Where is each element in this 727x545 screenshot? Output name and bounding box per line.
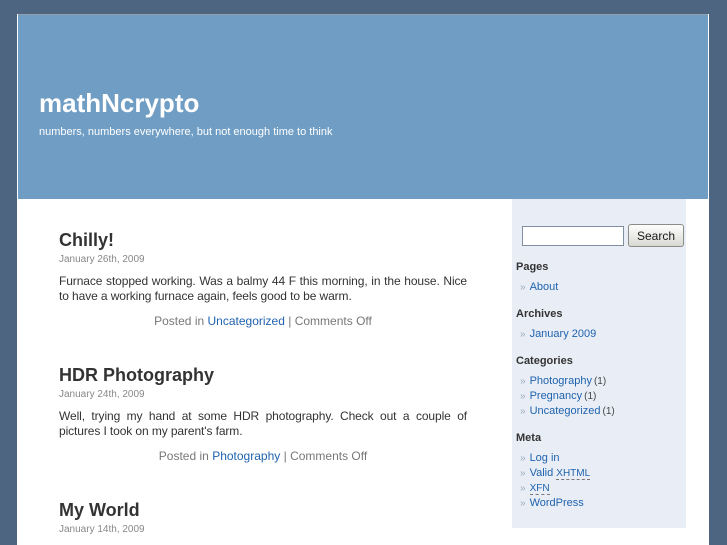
sidebar-item-xfn[interactable]: » XFN xyxy=(520,482,686,495)
about-link[interactable]: About xyxy=(530,281,559,293)
widget-categories: Categories » Photography (1) » Pregnancy (1)… xyxy=(512,355,686,418)
sidebar-item-photography[interactable]: » Photography (1) xyxy=(520,375,686,388)
sidebar-item-uncategorized[interactable]: » Uncategorized (1) xyxy=(520,405,686,418)
site-tagline: numbers, numbers everywhere, but not eno… xyxy=(39,126,333,138)
site-title[interactable]: mathNcrypto xyxy=(39,89,708,117)
post-meta-prefix: Posted in xyxy=(158,449,209,463)
search-form: Search xyxy=(522,224,686,247)
meta-list: » Log in » Valid XHTML » XFN » WordPress xyxy=(512,452,686,510)
sidebar-item-about[interactable]: » About xyxy=(520,281,686,294)
search-input[interactable] xyxy=(522,226,624,246)
sidebar-item-january-2009[interactable]: » January 2009 xyxy=(520,328,686,341)
archives-list: » January 2009 xyxy=(512,328,686,341)
post-body: Well, trying my hand at some HDR photogr… xyxy=(59,409,467,438)
browser-viewport: mathNcrypto numbers, numbers everywhere,… xyxy=(0,0,727,545)
log-in-link[interactable]: Log in xyxy=(530,452,560,464)
xhtml-abbr: XHTML xyxy=(556,468,591,480)
site-header: mathNcrypto numbers, numbers everywhere,… xyxy=(18,14,708,199)
page-container: mathNcrypto numbers, numbers everywhere,… xyxy=(17,14,709,545)
double-arrow-bullet-icon: » xyxy=(520,329,526,340)
post-meta-prefix: Posted in xyxy=(154,314,205,328)
archive-link[interactable]: January 2009 xyxy=(530,328,597,340)
post-date: January 14th, 2009 xyxy=(59,524,145,535)
post-count: (1) xyxy=(593,376,607,387)
xfn-link[interactable]: XFN xyxy=(529,482,550,495)
double-arrow-bullet-icon: » xyxy=(520,282,526,293)
category-link[interactable]: Pregnancy xyxy=(530,390,583,402)
double-arrow-bullet-icon: » xyxy=(520,468,526,479)
post-title[interactable]: Chilly! xyxy=(59,230,467,251)
widget-pages: Pages » About xyxy=(512,261,686,294)
sidebar-heading-meta: Meta xyxy=(516,432,542,444)
post-meta-separator: | xyxy=(288,314,292,328)
post-count: (1) xyxy=(602,406,615,417)
post-title[interactable]: My World xyxy=(59,500,467,521)
sidebar-item-valid-xhtml[interactable]: » Valid XHTML xyxy=(520,467,686,480)
sidebar-item-pregnancy[interactable]: » Pregnancy (1) xyxy=(520,390,686,403)
sidebar: Search Pages » About Archives » January 20… xyxy=(512,199,686,528)
sidebar-heading-categories: Categories xyxy=(516,355,573,367)
sidebar-item-wordpress[interactable]: » WordPress xyxy=(520,497,686,510)
comments-status: Comments Off xyxy=(290,449,368,463)
post-body: Furnace stopped working. Was a balmy 44 … xyxy=(59,274,467,303)
post-hdr-photography: HDR Photography January 24th, 2009 Well,… xyxy=(59,365,467,464)
valid-xhtml-link[interactable]: Valid XHTML xyxy=(530,467,591,480)
double-arrow-bullet-icon: » xyxy=(520,376,526,387)
widget-archives: Archives » January 2009 xyxy=(512,308,686,341)
post-meta: Posted in Uncategorized | Comments Off xyxy=(59,314,467,329)
double-arrow-bullet-icon: » xyxy=(520,453,526,464)
double-arrow-bullet-icon: » xyxy=(520,498,526,509)
post-date: January 26th, 2009 xyxy=(59,254,145,265)
wordpress-link[interactable]: WordPress xyxy=(530,497,584,509)
main-column: Chilly! January 26th, 2009 Furnace stopp… xyxy=(59,199,467,545)
content-area: Chilly! January 26th, 2009 Furnace stopp… xyxy=(17,199,709,545)
post-count: (1) xyxy=(584,391,597,402)
categories-list: » Photography (1) » Pregnancy (1) » Uncategor… xyxy=(512,375,686,418)
category-link[interactable]: Photography xyxy=(530,375,592,387)
widget-meta: Meta » Log in » Valid XHTML » XFN » WordPres… xyxy=(512,432,686,510)
comments-status: Comments Off xyxy=(294,314,372,328)
post-meta-separator: | xyxy=(283,449,287,463)
post-meta: Posted in Photography | Comments Off xyxy=(59,449,467,464)
category-link[interactable]: Uncategorized xyxy=(530,405,601,417)
post-title[interactable]: HDR Photography xyxy=(59,365,467,386)
category-link[interactable]: Uncategorized xyxy=(208,314,285,328)
pages-list: » About xyxy=(512,281,686,294)
post-my-world: My World January 14th, 2009 Well, the wi… xyxy=(59,500,467,545)
sidebar-heading-pages: Pages xyxy=(516,261,549,273)
sidebar-item-log-in[interactable]: » Log in xyxy=(520,452,686,465)
double-arrow-bullet-icon: » xyxy=(520,391,526,402)
sidebar-heading-archives: Archives xyxy=(516,308,563,320)
double-arrow-bullet-icon: » xyxy=(520,406,526,417)
xfn-abbr: XFN xyxy=(529,483,550,495)
search-button[interactable]: Search xyxy=(628,224,685,247)
post-chilly: Chilly! January 26th, 2009 Furnace stopp… xyxy=(59,230,467,329)
double-arrow-bullet-icon: » xyxy=(520,483,526,494)
post-date: January 24th, 2009 xyxy=(59,389,145,400)
category-link[interactable]: Photography xyxy=(212,449,280,463)
